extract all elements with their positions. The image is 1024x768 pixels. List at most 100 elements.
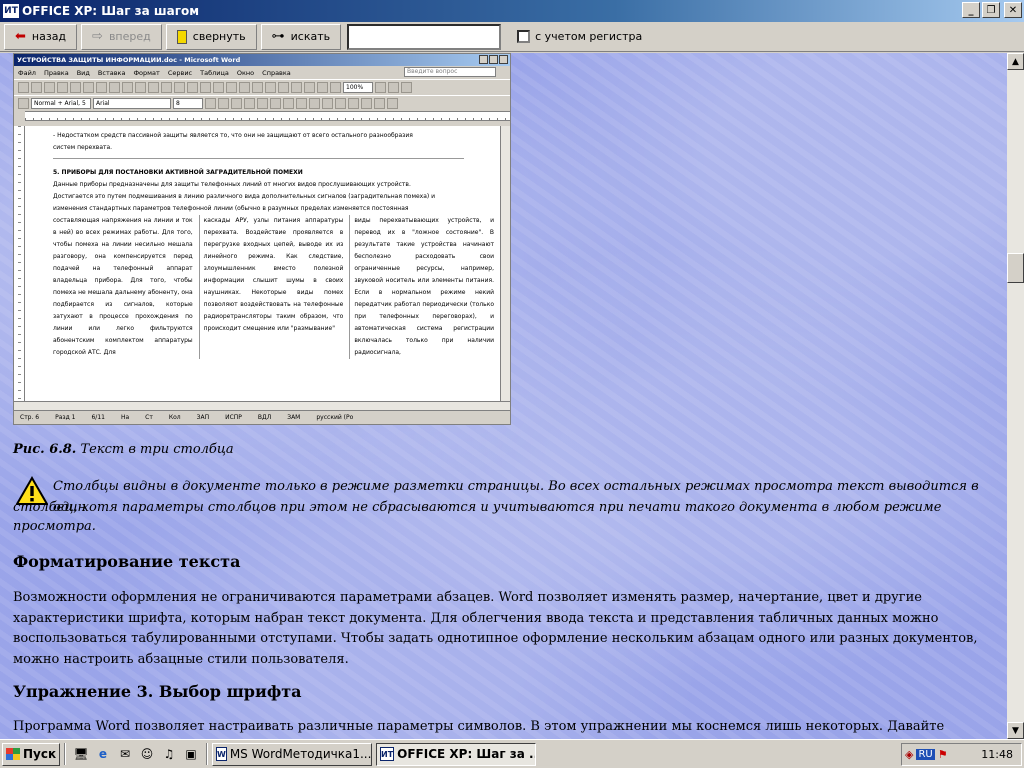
note-line-2: столбец, хотя параметры столбцов при это… bbox=[13, 500, 942, 515]
start-label: Пуск bbox=[23, 747, 57, 761]
forward-arrow-icon: ⇨ bbox=[92, 29, 103, 44]
scroll-up-arrow-icon: ▲ bbox=[1012, 56, 1019, 67]
word-ask-question-box: Введите вопрос bbox=[404, 67, 496, 77]
start-button[interactable]: Пуск bbox=[2, 742, 60, 766]
word-status-item: 6/11 bbox=[91, 414, 105, 421]
back-arrow-icon: ⬅ bbox=[15, 29, 26, 44]
task-label: OFFICE XP: Шаг за ... bbox=[397, 747, 536, 761]
scroll-up-button[interactable]: ▲ bbox=[1007, 53, 1024, 70]
language-indicator[interactable]: RU bbox=[916, 749, 935, 760]
word-text-line: Достигается это путем подмешивания в лин… bbox=[53, 193, 436, 200]
section-heading-exercise-3: Упражнение 3. Выбор шрифта bbox=[13, 682, 302, 701]
quicklaunch-media-icon[interactable]: ♫ bbox=[161, 746, 177, 762]
close-button[interactable]: ✕ bbox=[1004, 2, 1022, 18]
word-horizontal-scrollbar bbox=[14, 401, 510, 410]
maximize-icon: ❐ bbox=[986, 4, 996, 16]
minimize-icon: _ bbox=[968, 4, 974, 16]
windows-logo-icon bbox=[6, 748, 20, 760]
word-status-item: русский (Ро bbox=[316, 414, 354, 421]
word-menu-item: Вставка bbox=[97, 68, 126, 77]
quicklaunch-app-icon[interactable]: ☺ bbox=[139, 746, 155, 762]
scroll-down-arrow-icon: ▼ bbox=[1012, 725, 1019, 736]
help-app-icon: ИТ bbox=[380, 747, 395, 761]
word-vertical-ruler bbox=[14, 126, 25, 410]
word-size-combo: 8 bbox=[173, 98, 203, 109]
search-input[interactable] bbox=[347, 23, 502, 50]
forward-label: вперед bbox=[108, 30, 151, 43]
help-content: УСТРОЙСТВА ЗАЩИТЫ ИНФОРМАЦИИ.doc - Micro… bbox=[0, 53, 1007, 739]
word-status-item: Кол bbox=[168, 414, 181, 421]
back-button[interactable]: ⬅ назад bbox=[4, 23, 78, 50]
close-icon: ✕ bbox=[1008, 4, 1018, 16]
word-column-3: виды перехватывающих устройств, и перево… bbox=[349, 215, 494, 359]
content-vertical-scrollbar[interactable]: ▲ ▼ bbox=[1007, 53, 1024, 739]
word-menu-item: Правка bbox=[43, 68, 69, 77]
word-status-item: На bbox=[120, 414, 130, 421]
word-status-item: ИСПР bbox=[225, 414, 242, 421]
word-menu-bar: Файл Правка Вид Вставка Формат Сервис Та… bbox=[14, 66, 510, 79]
word-column-1: составляющая напряжения на линии и ток в… bbox=[53, 217, 193, 356]
back-label: назад bbox=[31, 30, 67, 43]
word-standard-toolbar: 100% bbox=[14, 79, 510, 95]
word-status-item: Ст bbox=[145, 414, 153, 421]
window-title-bar: ИТ OFFICE XP: Шаг за шагом _ ❐ ✕ bbox=[0, 0, 1024, 22]
note-line-3: просмотра. bbox=[13, 519, 96, 534]
taskbar-task-help[interactable]: ИТ OFFICE XP: Шаг за ... bbox=[376, 742, 536, 766]
search-label: искать bbox=[290, 30, 331, 43]
scroll-thumb[interactable] bbox=[1007, 253, 1024, 283]
forward-button[interactable]: ⇨ вперед bbox=[81, 23, 162, 50]
word-text-line: систем перехвата. bbox=[53, 144, 113, 151]
word-menu-item: Формат bbox=[133, 68, 160, 77]
search-button[interactable]: ⊶ искать bbox=[260, 23, 342, 50]
word-zoom-combo: 100% bbox=[343, 82, 373, 93]
word-text-line: Данные приборы предназначены для защиты … bbox=[53, 181, 411, 188]
collapse-button[interactable]: свернуть bbox=[165, 23, 257, 50]
figure-caption: Рис. 6.8. Текст в три столбца bbox=[13, 442, 234, 457]
taskbar-task-word[interactable]: W MS WordМетодичка1... bbox=[212, 742, 372, 766]
minimize-button[interactable]: _ bbox=[962, 2, 980, 18]
help-toolbar: ⬅ назад ⇨ вперед свернуть ⊶ искать с уче… bbox=[0, 22, 1024, 52]
paragraph-exercise-3: Программа Word позволяет настраивать раз… bbox=[13, 719, 945, 734]
word-status-item: Стр. 6 bbox=[20, 414, 40, 421]
quicklaunch-ie-icon[interactable]: e bbox=[95, 746, 111, 762]
word-menu-item: Файл bbox=[18, 68, 36, 77]
case-sensitive-label: с учетом регистра bbox=[535, 30, 643, 43]
word-style-combo: Normal + Arial, 5 bbox=[31, 98, 91, 109]
word-menu-item: Вид bbox=[76, 68, 90, 77]
help-app-icon: ИТ bbox=[3, 4, 19, 18]
collapse-icon bbox=[176, 29, 187, 44]
figure-title: Текст в три столбца bbox=[80, 442, 234, 457]
task-label: MS WordМетодичка1... bbox=[229, 747, 372, 761]
case-sensitive-option[interactable]: с учетом регистра bbox=[517, 30, 642, 43]
word-status-bar: Стр. 6 Разд 1 6/11 На Ст Кол ЗАП ИСПР ВД… bbox=[14, 410, 510, 424]
word-status-item: Разд 1 bbox=[55, 414, 76, 421]
word-screenshot-figure: УСТРОЙСТВА ЗАЩИТЫ ИНФОРМАЦИИ.doc - Micro… bbox=[13, 53, 511, 425]
word-document-page: - Недостатком средств пассивной защиты я… bbox=[25, 126, 502, 410]
word-text-line: - Недостатком средств пассивной защиты я… bbox=[53, 132, 413, 139]
word-menu-item: Сервис bbox=[167, 68, 193, 77]
word-font-combo: Arial bbox=[93, 98, 171, 109]
word-status-item: ЗАП bbox=[196, 414, 210, 421]
word-horizontal-ruler bbox=[25, 111, 510, 121]
tray-app-icon[interactable]: ◈ bbox=[905, 748, 913, 761]
tray-flag-icon[interactable]: ⚑ bbox=[938, 748, 948, 761]
taskbar: Пуск 🖥 e ✉ ☺ ♫ ▣ W MS WordМетодичка1... … bbox=[0, 739, 1024, 768]
figure-number: Рис. 6.8. bbox=[13, 442, 77, 457]
word-menu-item: Таблица bbox=[200, 68, 229, 77]
maximize-button[interactable]: ❐ bbox=[982, 2, 1000, 18]
scroll-down-button[interactable]: ▼ bbox=[1007, 722, 1024, 739]
case-sensitive-checkbox[interactable] bbox=[517, 30, 531, 43]
collapse-label: свернуть bbox=[192, 30, 246, 43]
quicklaunch-folder-icon[interactable]: ▣ bbox=[183, 746, 199, 762]
section-heading-formatting: Форматирование текста bbox=[13, 552, 241, 571]
quicklaunch-desktop-icon[interactable]: 🖥 bbox=[73, 746, 89, 762]
word-title: УСТРОЙСТВА ЗАЩИТЫ ИНФОРМАЦИИ.doc - Micro… bbox=[17, 56, 241, 64]
quicklaunch-outlook-icon[interactable]: ✉ bbox=[117, 746, 133, 762]
window-title: OFFICE XP: Шаг за шагом bbox=[22, 4, 200, 18]
system-tray: ◈ RU ⚑ 11:48 bbox=[901, 743, 1022, 766]
word-title-bar: УСТРОЙСТВА ЗАЩИТЫ ИНФОРМАЦИИ.doc - Micro… bbox=[14, 54, 510, 66]
word-status-item: ЗАМ bbox=[287, 414, 301, 421]
word-vertical-scrollbar bbox=[500, 126, 510, 410]
word-menu-item: Окно bbox=[236, 68, 255, 77]
paragraph-formatting: Возможности оформления не ограничиваются… bbox=[13, 590, 978, 667]
